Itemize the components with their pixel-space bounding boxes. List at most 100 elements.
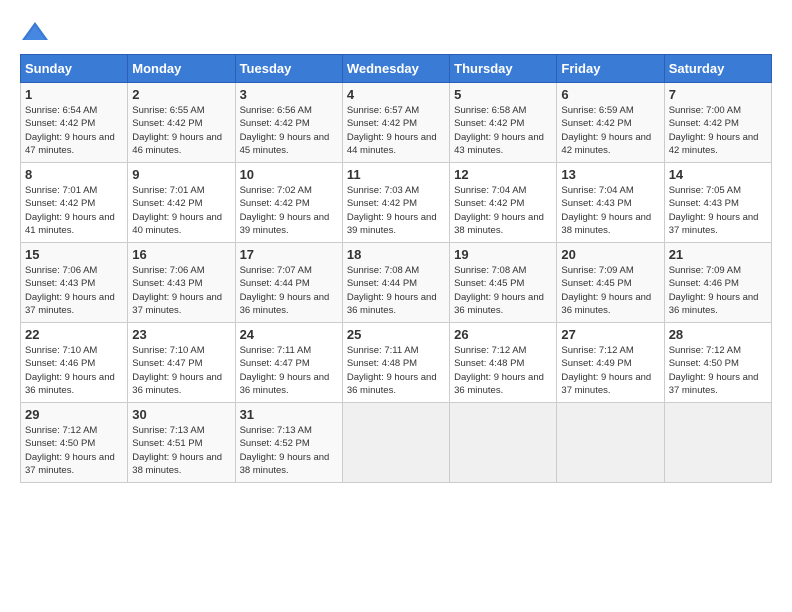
day-number: 28 [669,327,767,342]
day-info: Sunrise: 7:10 AMSunset: 4:47 PMDaylight:… [132,344,230,397]
day-info: Sunrise: 7:06 AMSunset: 4:43 PMDaylight:… [132,264,230,317]
calendar-cell: 13 Sunrise: 7:04 AMSunset: 4:43 PMDaylig… [557,163,664,243]
logo [20,20,54,44]
calendar-cell [557,403,664,483]
day-info: Sunrise: 7:05 AMSunset: 4:43 PMDaylight:… [669,184,767,237]
day-info: Sunrise: 7:09 AMSunset: 4:45 PMDaylight:… [561,264,659,317]
day-info: Sunrise: 6:59 AMSunset: 4:42 PMDaylight:… [561,104,659,157]
day-number: 20 [561,247,659,262]
day-info: Sunrise: 7:01 AMSunset: 4:42 PMDaylight:… [132,184,230,237]
calendar-cell: 16 Sunrise: 7:06 AMSunset: 4:43 PMDaylig… [128,243,235,323]
calendar-cell: 29 Sunrise: 7:12 AMSunset: 4:50 PMDaylig… [21,403,128,483]
calendar-cell: 23 Sunrise: 7:10 AMSunset: 4:47 PMDaylig… [128,323,235,403]
day-number: 18 [347,247,445,262]
calendar-cell [342,403,449,483]
day-number: 23 [132,327,230,342]
calendar-week-row: 15 Sunrise: 7:06 AMSunset: 4:43 PMDaylig… [21,243,772,323]
calendar-week-row: 1 Sunrise: 6:54 AMSunset: 4:42 PMDayligh… [21,83,772,163]
day-info: Sunrise: 7:12 AMSunset: 4:50 PMDaylight:… [669,344,767,397]
day-info: Sunrise: 6:55 AMSunset: 4:42 PMDaylight:… [132,104,230,157]
day-number: 11 [347,167,445,182]
calendar-body: 1 Sunrise: 6:54 AMSunset: 4:42 PMDayligh… [21,83,772,483]
day-number: 3 [240,87,338,102]
calendar-cell: 20 Sunrise: 7:09 AMSunset: 4:45 PMDaylig… [557,243,664,323]
weekday-header: Sunday [21,55,128,83]
day-info: Sunrise: 7:13 AMSunset: 4:52 PMDaylight:… [240,424,338,477]
weekday-header: Friday [557,55,664,83]
calendar-cell: 25 Sunrise: 7:11 AMSunset: 4:48 PMDaylig… [342,323,449,403]
weekday-header: Tuesday [235,55,342,83]
day-info: Sunrise: 7:08 AMSunset: 4:44 PMDaylight:… [347,264,445,317]
day-number: 6 [561,87,659,102]
day-info: Sunrise: 6:57 AMSunset: 4:42 PMDaylight:… [347,104,445,157]
day-info: Sunrise: 7:11 AMSunset: 4:47 PMDaylight:… [240,344,338,397]
day-info: Sunrise: 7:03 AMSunset: 4:42 PMDaylight:… [347,184,445,237]
calendar-cell: 4 Sunrise: 6:57 AMSunset: 4:42 PMDayligh… [342,83,449,163]
calendar-cell: 7 Sunrise: 7:00 AMSunset: 4:42 PMDayligh… [664,83,771,163]
day-number: 21 [669,247,767,262]
day-info: Sunrise: 6:58 AMSunset: 4:42 PMDaylight:… [454,104,552,157]
day-number: 19 [454,247,552,262]
weekday-row: SundayMondayTuesdayWednesdayThursdayFrid… [21,55,772,83]
day-number: 17 [240,247,338,262]
calendar-cell: 12 Sunrise: 7:04 AMSunset: 4:42 PMDaylig… [450,163,557,243]
day-number: 31 [240,407,338,422]
calendar-cell: 24 Sunrise: 7:11 AMSunset: 4:47 PMDaylig… [235,323,342,403]
day-number: 24 [240,327,338,342]
calendar-cell: 18 Sunrise: 7:08 AMSunset: 4:44 PMDaylig… [342,243,449,323]
calendar-cell: 15 Sunrise: 7:06 AMSunset: 4:43 PMDaylig… [21,243,128,323]
page-header [20,20,772,44]
day-info: Sunrise: 6:56 AMSunset: 4:42 PMDaylight:… [240,104,338,157]
calendar-cell: 19 Sunrise: 7:08 AMSunset: 4:45 PMDaylig… [450,243,557,323]
calendar-cell: 21 Sunrise: 7:09 AMSunset: 4:46 PMDaylig… [664,243,771,323]
calendar-cell [450,403,557,483]
day-info: Sunrise: 7:07 AMSunset: 4:44 PMDaylight:… [240,264,338,317]
calendar-cell: 14 Sunrise: 7:05 AMSunset: 4:43 PMDaylig… [664,163,771,243]
day-number: 4 [347,87,445,102]
calendar-cell: 27 Sunrise: 7:12 AMSunset: 4:49 PMDaylig… [557,323,664,403]
day-info: Sunrise: 7:00 AMSunset: 4:42 PMDaylight:… [669,104,767,157]
day-info: Sunrise: 6:54 AMSunset: 4:42 PMDaylight:… [25,104,123,157]
day-info: Sunrise: 7:12 AMSunset: 4:49 PMDaylight:… [561,344,659,397]
calendar-cell: 31 Sunrise: 7:13 AMSunset: 4:52 PMDaylig… [235,403,342,483]
day-info: Sunrise: 7:12 AMSunset: 4:48 PMDaylight:… [454,344,552,397]
calendar-cell: 10 Sunrise: 7:02 AMSunset: 4:42 PMDaylig… [235,163,342,243]
day-info: Sunrise: 7:02 AMSunset: 4:42 PMDaylight:… [240,184,338,237]
day-number: 14 [669,167,767,182]
day-info: Sunrise: 7:01 AMSunset: 4:42 PMDaylight:… [25,184,123,237]
day-info: Sunrise: 7:10 AMSunset: 4:46 PMDaylight:… [25,344,123,397]
day-number: 12 [454,167,552,182]
day-number: 8 [25,167,123,182]
day-number: 25 [347,327,445,342]
day-number: 2 [132,87,230,102]
calendar-cell: 22 Sunrise: 7:10 AMSunset: 4:46 PMDaylig… [21,323,128,403]
day-info: Sunrise: 7:13 AMSunset: 4:51 PMDaylight:… [132,424,230,477]
calendar-cell: 3 Sunrise: 6:56 AMSunset: 4:42 PMDayligh… [235,83,342,163]
weekday-header: Thursday [450,55,557,83]
calendar-cell: 6 Sunrise: 6:59 AMSunset: 4:42 PMDayligh… [557,83,664,163]
day-number: 26 [454,327,552,342]
day-number: 10 [240,167,338,182]
day-info: Sunrise: 7:09 AMSunset: 4:46 PMDaylight:… [669,264,767,317]
day-info: Sunrise: 7:06 AMSunset: 4:43 PMDaylight:… [25,264,123,317]
calendar-cell [664,403,771,483]
weekday-header: Saturday [664,55,771,83]
day-number: 7 [669,87,767,102]
calendar-cell: 17 Sunrise: 7:07 AMSunset: 4:44 PMDaylig… [235,243,342,323]
calendar-cell: 30 Sunrise: 7:13 AMSunset: 4:51 PMDaylig… [128,403,235,483]
calendar-cell: 2 Sunrise: 6:55 AMSunset: 4:42 PMDayligh… [128,83,235,163]
calendar-header: SundayMondayTuesdayWednesdayThursdayFrid… [21,55,772,83]
logo-icon [20,20,50,44]
day-info: Sunrise: 7:11 AMSunset: 4:48 PMDaylight:… [347,344,445,397]
day-number: 1 [25,87,123,102]
day-number: 13 [561,167,659,182]
day-info: Sunrise: 7:12 AMSunset: 4:50 PMDaylight:… [25,424,123,477]
day-number: 9 [132,167,230,182]
calendar-cell: 8 Sunrise: 7:01 AMSunset: 4:42 PMDayligh… [21,163,128,243]
calendar-week-row: 29 Sunrise: 7:12 AMSunset: 4:50 PMDaylig… [21,403,772,483]
day-number: 15 [25,247,123,262]
day-number: 30 [132,407,230,422]
calendar-cell: 1 Sunrise: 6:54 AMSunset: 4:42 PMDayligh… [21,83,128,163]
calendar-table: SundayMondayTuesdayWednesdayThursdayFrid… [20,54,772,483]
day-number: 16 [132,247,230,262]
